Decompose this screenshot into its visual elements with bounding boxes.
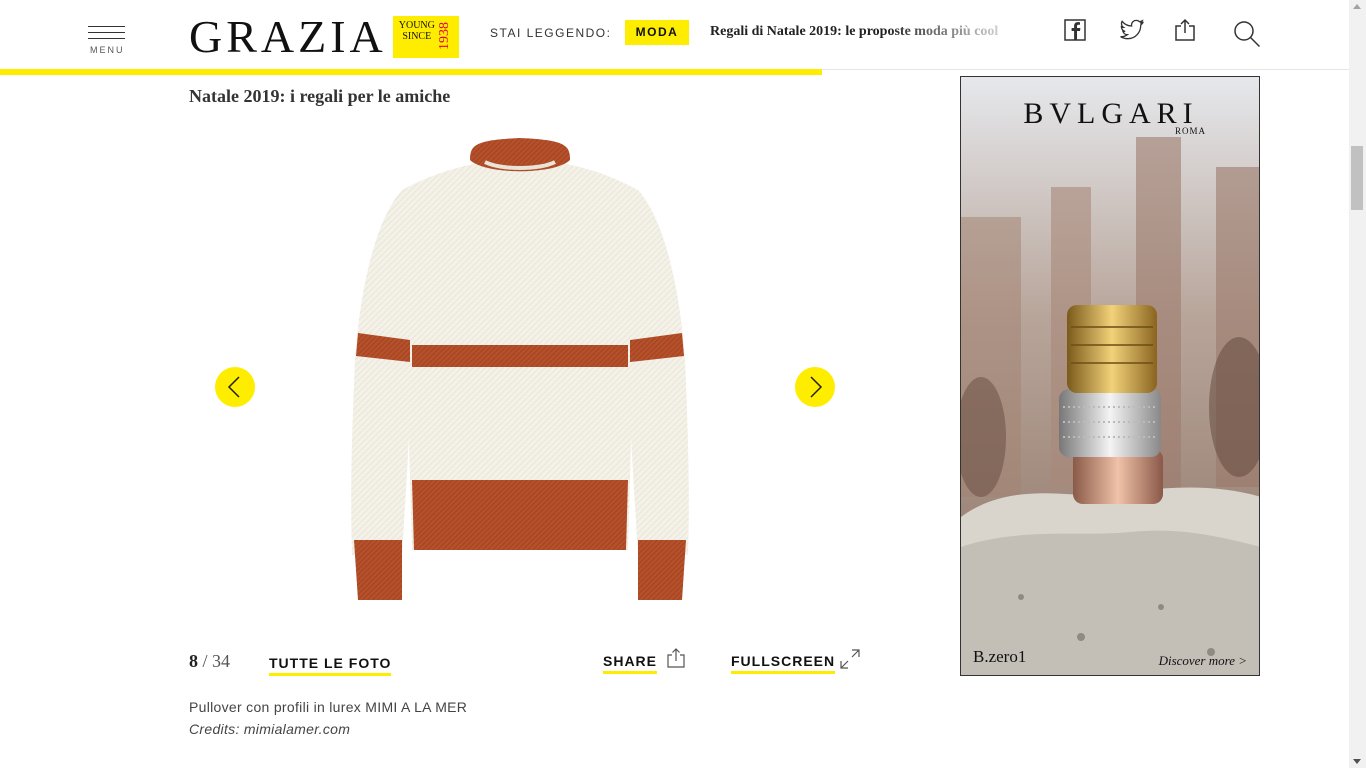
photo-counter-separator: / bbox=[202, 651, 208, 671]
menu-button[interactable]: MENU bbox=[88, 24, 126, 56]
logo-badge-text: YOUNG SINCE bbox=[399, 20, 435, 42]
chevron-right-icon bbox=[810, 376, 823, 398]
reading-progress-bar bbox=[0, 69, 822, 75]
twitter-icon[interactable] bbox=[1119, 19, 1145, 46]
logo-badge-year: 1938 bbox=[436, 22, 452, 50]
site-header: MENU GRAZIA YOUNG SINCE 1938 STAI LEGGEN… bbox=[0, 0, 1349, 70]
hamburger-bar bbox=[88, 32, 125, 33]
gallery-title: Natale 2019: i regali per le amiche bbox=[189, 86, 451, 106]
reading-article-title[interactable]: Regali di Natale 2019: le proposte moda … bbox=[710, 24, 1030, 44]
facebook-icon[interactable] bbox=[1064, 19, 1086, 46]
prev-photo-button[interactable] bbox=[215, 367, 255, 407]
share-icon[interactable] bbox=[666, 648, 686, 673]
logo-badge-line1: YOUNG bbox=[398, 20, 435, 31]
ad-brand-logo: BVLGARI bbox=[1023, 97, 1199, 130]
fullscreen-button[interactable]: FULLSCREEN bbox=[731, 653, 836, 674]
photo-counter: 8 / 34 bbox=[189, 651, 230, 672]
share-icon[interactable] bbox=[1174, 18, 1196, 47]
reading-label: STAI LEGGENDO: bbox=[490, 26, 612, 40]
ad-background-image bbox=[961, 77, 1259, 675]
sweater-image bbox=[351, 138, 689, 600]
scrollbar-thumb[interactable] bbox=[1351, 146, 1363, 210]
page-scrollbar[interactable] bbox=[1349, 0, 1366, 768]
hamburger-bar bbox=[88, 38, 125, 39]
photo-caption: Pullover con profili in lurex MIMI A LA … bbox=[189, 699, 468, 715]
ad-discover-link[interactable]: Discover more > bbox=[1159, 653, 1247, 669]
photo-credits: Credits: mimialamer.com bbox=[189, 721, 351, 737]
chevron-left-icon bbox=[227, 376, 240, 398]
gallery-photo[interactable] bbox=[330, 130, 710, 620]
photo-counter-current: 8 bbox=[189, 651, 198, 671]
category-badge[interactable]: MODA bbox=[625, 20, 689, 45]
logo-badge-line2: SINCE bbox=[402, 31, 432, 42]
bvlgari-ad-banner[interactable]: BVLGARI ROMA B.zero1 Discover more > bbox=[960, 76, 1260, 676]
hamburger-icon bbox=[88, 26, 125, 27]
menu-label: MENU bbox=[90, 45, 125, 55]
photo-counter-total: 34 bbox=[212, 651, 231, 671]
scroll-up-icon[interactable] bbox=[1353, 4, 1361, 9]
logo-wordmark: GRAZIA bbox=[189, 11, 387, 62]
logo-badge: YOUNG SINCE 1938 bbox=[392, 16, 459, 58]
next-photo-button[interactable] bbox=[795, 367, 835, 407]
all-photos-link[interactable]: TUTTE LE FOTO bbox=[269, 655, 392, 676]
share-button[interactable]: SHARE bbox=[603, 653, 658, 674]
site-logo[interactable]: GRAZIA YOUNG SINCE 1938 bbox=[189, 14, 459, 60]
search-icon[interactable] bbox=[1232, 19, 1262, 54]
scroll-down-icon[interactable] bbox=[1353, 759, 1361, 764]
expand-icon[interactable] bbox=[840, 649, 860, 674]
ad-brand-sub: ROMA bbox=[1175, 126, 1207, 136]
ad-product-name: B.zero1 bbox=[973, 647, 1027, 666]
